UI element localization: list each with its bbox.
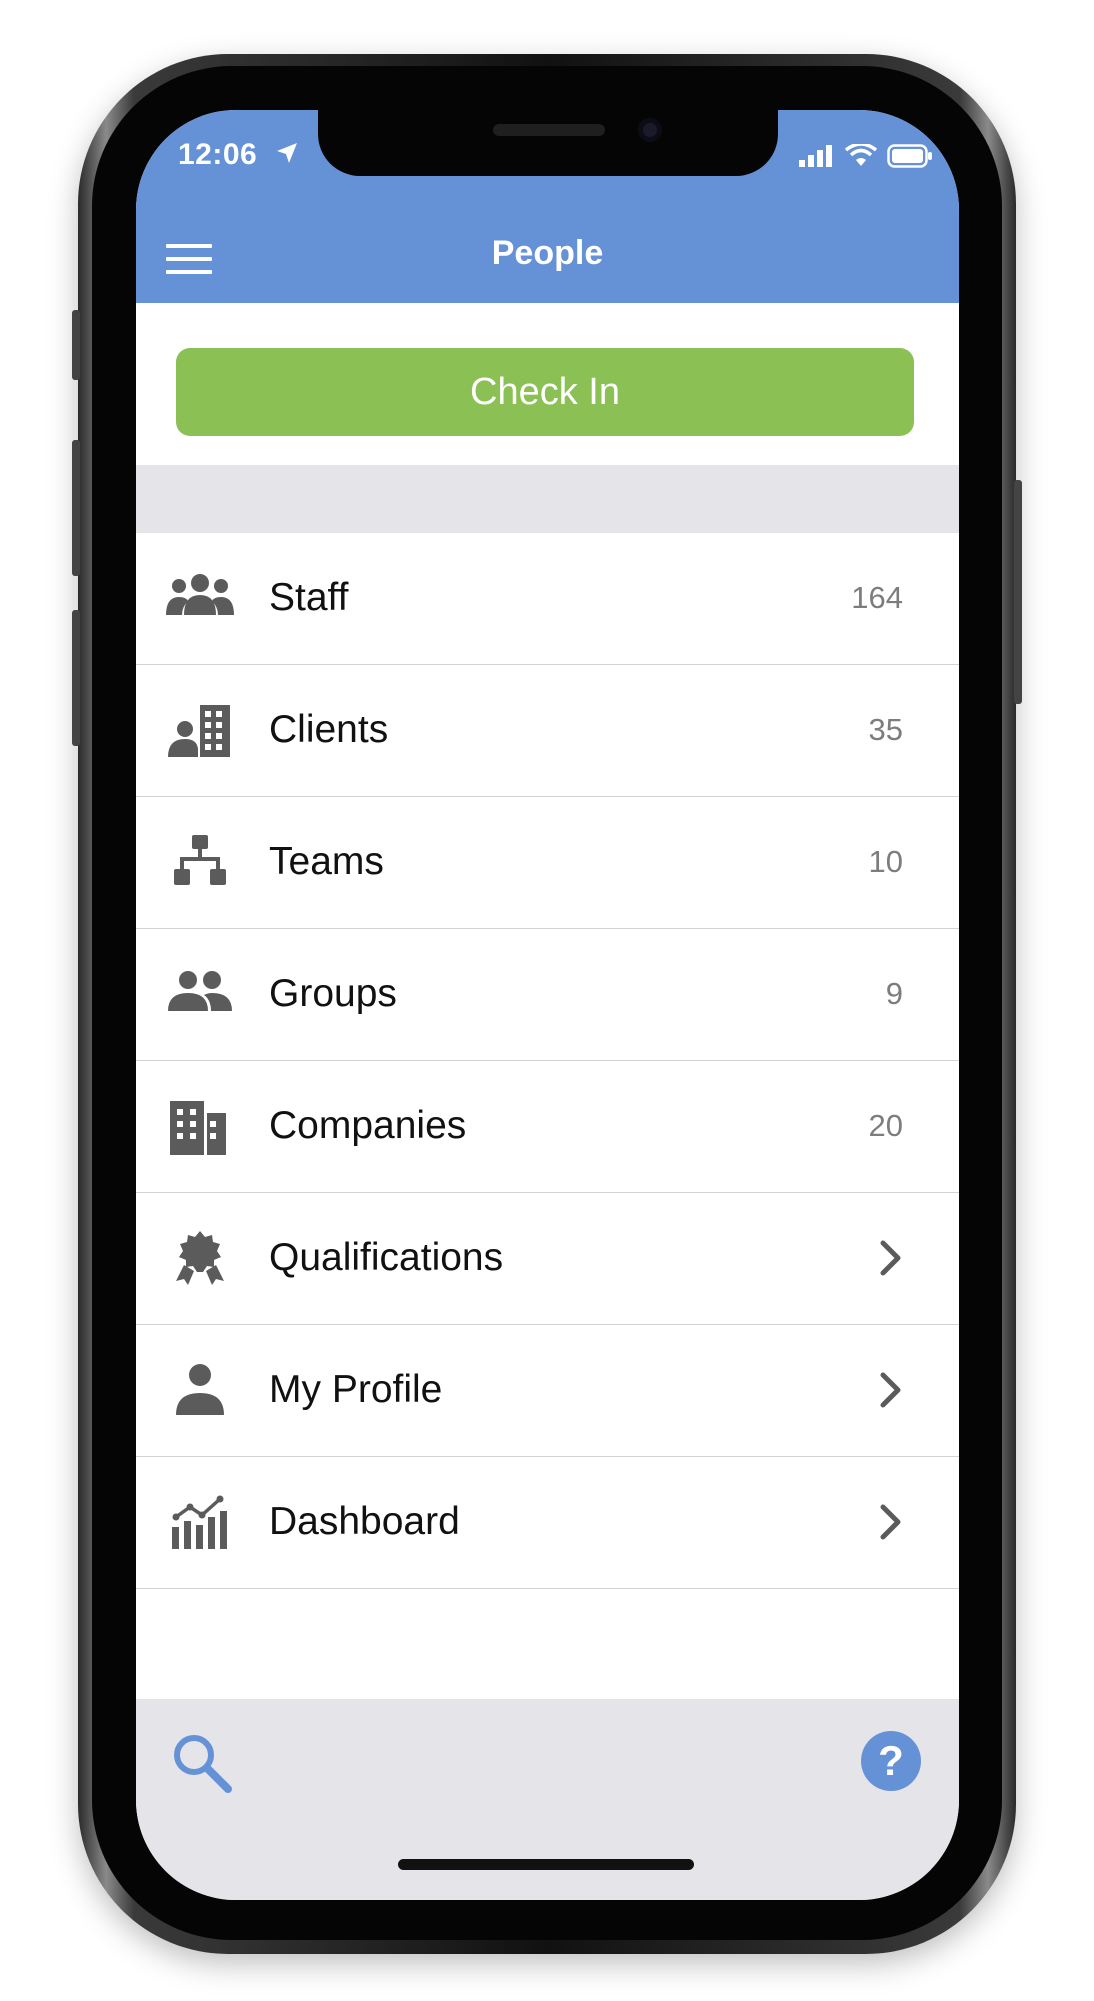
status-icons: [799, 144, 933, 168]
list-item-clients[interactable]: Clients 35: [136, 665, 959, 797]
list-item-label: Groups: [269, 972, 397, 1015]
search-icon[interactable]: [170, 1731, 234, 1795]
front-camera: [638, 118, 662, 142]
home-indicator[interactable]: [398, 1859, 694, 1870]
chevron-right-icon: [880, 1240, 901, 1276]
wifi-icon: [845, 144, 877, 166]
list-item-label: Qualifications: [269, 1236, 504, 1279]
power-button: [1014, 480, 1022, 704]
mute-switch: [72, 310, 80, 380]
list-item-count: 9: [885, 976, 903, 1011]
location-arrow-icon: [277, 143, 297, 163]
list-item-companies[interactable]: Companies 20: [136, 1061, 959, 1193]
clients-icon: [168, 705, 230, 757]
section-divider: [136, 465, 959, 533]
volume-down-button: [72, 610, 80, 746]
list-item-count: 35: [868, 712, 903, 747]
chevron-right-icon: [880, 1504, 901, 1540]
status-time: 12:06: [178, 138, 258, 171]
page-title: People: [491, 234, 604, 272]
bottom-toolbar: ?: [136, 1699, 959, 1900]
list-item-label: Companies: [269, 1104, 467, 1147]
list-item-staff[interactable]: Staff 164: [136, 533, 959, 665]
list-item-label: My Profile: [269, 1368, 443, 1411]
groups-icon: [168, 971, 232, 1011]
teams-icon: [174, 835, 226, 885]
qualifications-icon: [176, 1231, 224, 1285]
list-item-dashboard[interactable]: Dashboard: [136, 1457, 959, 1589]
list-item-count: 20: [868, 1108, 903, 1143]
notch: [318, 110, 778, 176]
list-item-label: Teams: [269, 840, 384, 883]
list-item-teams[interactable]: Teams 10: [136, 797, 959, 929]
check-in-button[interactable]: Check In: [176, 348, 914, 436]
list-item-my-profile[interactable]: My Profile: [136, 1325, 959, 1457]
list-item-groups[interactable]: Groups 9: [136, 929, 959, 1061]
app-screen: 12:06 People Check In Staff 164 Clients …: [136, 110, 959, 1900]
profile-icon: [176, 1364, 224, 1415]
speaker-grille: [493, 124, 605, 136]
help-button[interactable]: ?: [861, 1731, 921, 1791]
list-item-label: Clients: [269, 708, 389, 751]
list-item-count: 164: [851, 580, 903, 615]
staff-icon: [166, 574, 234, 615]
list-item-label: Staff: [269, 576, 349, 619]
companies-icon: [170, 1101, 226, 1155]
people-menu-list: Staff 164 Clients 35 Teams 10 Groups 9 C…: [136, 533, 959, 1589]
volume-up-button: [72, 440, 80, 576]
list-item-count: 10: [868, 844, 903, 879]
chevron-right-icon: [880, 1372, 901, 1408]
list-item-qualifications[interactable]: Qualifications: [136, 1193, 959, 1325]
battery-icon: [887, 144, 932, 168]
dashboard-icon: [172, 1495, 227, 1549]
signal-icon: [799, 145, 832, 167]
list-item-label: Dashboard: [269, 1500, 460, 1543]
